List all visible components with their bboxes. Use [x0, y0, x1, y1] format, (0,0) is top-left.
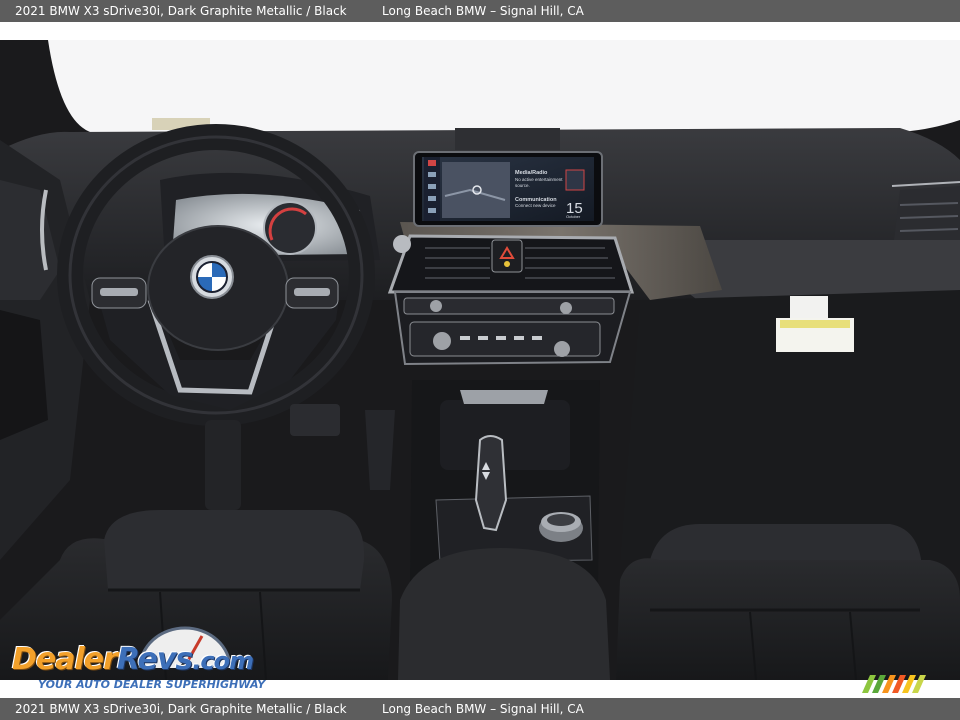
screen-media-line1: No active entertainment [515, 177, 563, 182]
screen-media-title: Media/Radio [515, 170, 548, 176]
wm-dealer: Dealer [12, 642, 118, 677]
dealerrevs-tagline: YOUR AUTO DEALER SUPERHIGHWAY [38, 678, 266, 691]
start-button [393, 235, 411, 253]
wm-revs: Revs [116, 642, 193, 677]
dealerrevs-watermark: DealerRevs.com YOUR AUTO DEALER SUPERHIG… [10, 622, 266, 692]
accelerator-pedal [365, 410, 395, 490]
dealer-caption-bottom: Long Beach BMW – Signal Hill, CA [382, 702, 584, 716]
temp-knob-left [433, 332, 451, 350]
hazard-button [491, 239, 523, 273]
gear-selector-icon [474, 435, 508, 532]
bottom-caption-bar: 2021 BMW X3 sDrive30i, Dark Graphite Met… [0, 698, 960, 720]
vehicle-caption-bottom: 2021 BMW X3 sDrive30i, Dark Graphite Met… [15, 702, 347, 716]
footrest [205, 420, 241, 510]
screen-date-month: October [566, 214, 581, 219]
interior-photo: Media/Radio No active entertainment sour… [0, 40, 960, 680]
passenger-seat [616, 558, 960, 680]
vehicle-caption: 2021 BMW X3 sDrive30i, Dark Graphite Met… [15, 4, 347, 18]
screen-media-line2: source. [515, 183, 530, 188]
dealer-caption: Long Beach BMW – Signal Hill, CA [382, 4, 584, 18]
navigation-map [442, 162, 510, 218]
dealerrevs-wordmark: DealerRevs.com [12, 642, 254, 677]
brake-pedal [290, 404, 340, 436]
wm-com: .com [192, 647, 254, 675]
dealer-stripes-logo [862, 675, 926, 693]
window-sticker-top [790, 296, 828, 320]
temp-knob-right [554, 341, 570, 357]
screen-comm-line1: Connect new device [515, 203, 556, 208]
top-caption-bar: 2021 BMW X3 sDrive30i, Dark Graphite Met… [0, 0, 960, 22]
armrest [398, 548, 610, 680]
